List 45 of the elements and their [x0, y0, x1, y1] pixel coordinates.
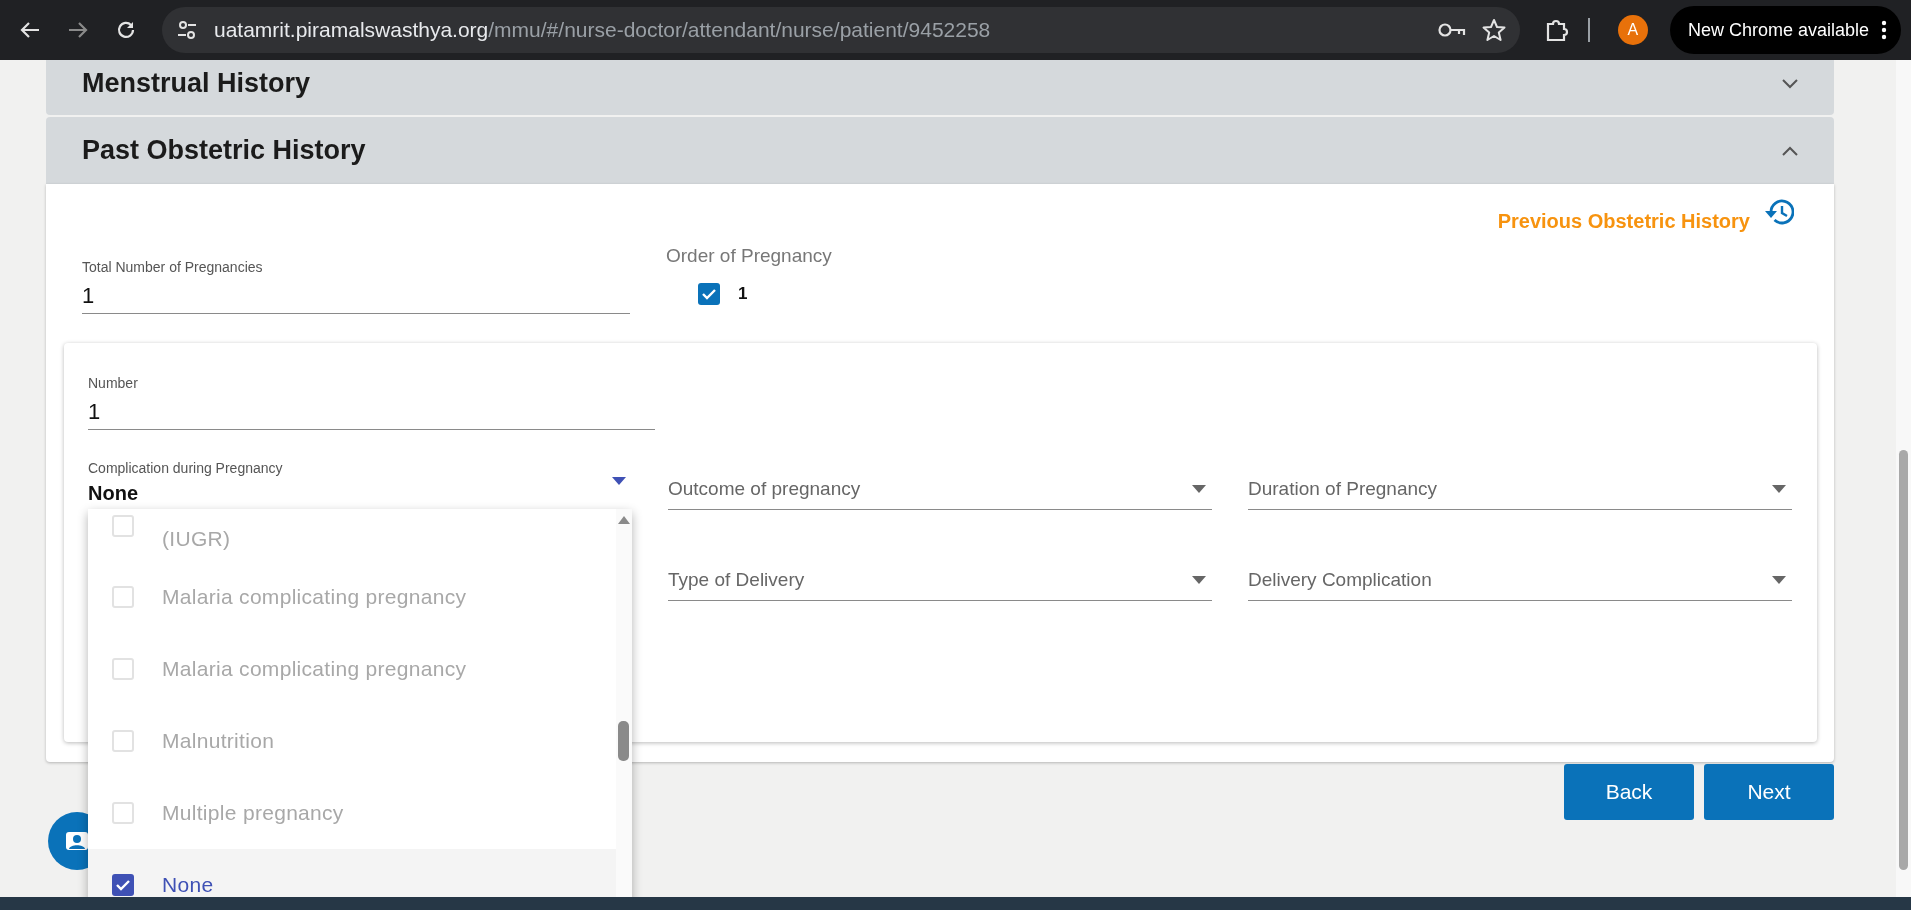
dropdown-arrow-icon [612, 477, 626, 485]
chevron-icon [1782, 145, 1798, 156]
scroll-thumb[interactable] [1899, 450, 1908, 870]
nav-button[interactable]: Next [1704, 764, 1834, 820]
scrollbar[interactable] [616, 509, 632, 897]
scroll-thumb[interactable] [618, 721, 629, 761]
scrollbar[interactable] [1896, 60, 1911, 897]
field-label: Order of Pregnancy [666, 245, 832, 267]
history-icon[interactable] [1764, 198, 1794, 226]
dropdown-arrow-icon [1772, 484, 1786, 493]
checkbox[interactable] [698, 283, 720, 305]
select-field[interactable]: Type of Delivery [668, 551, 1212, 601]
key-icon[interactable] [1437, 22, 1466, 38]
checkmark-icon [115, 877, 131, 893]
field-value: 1 [88, 398, 102, 426]
dropdown-arrow-icon [1192, 575, 1206, 584]
field-label: Total Number of Pregnancies [82, 259, 264, 275]
select-field[interactable]: Delivery Complication [1248, 551, 1792, 601]
nav-button[interactable]: Back [1564, 764, 1694, 820]
chevron-icon [1782, 78, 1798, 89]
update-chrome-button[interactable]: New Chrome available [1669, 6, 1901, 54]
url-text: uatamrit.piramalswasthya.org/mmu/#/nurse-doctor/attendant/nurse/patient/9452258 [214, 18, 992, 42]
section-header[interactable]: Past Obstetric History [46, 117, 1834, 184]
dropdown-arrow-icon [1772, 575, 1786, 584]
site-settings-icon[interactable] [176, 19, 198, 41]
field-value: 1 [82, 282, 96, 310]
dropdown-arrow-icon [1192, 484, 1206, 493]
address-bar[interactable]: uatamrit.piramalswasthya.org/mmu/#/nurse-doctor/attendant/nurse/patient/9452258 [162, 7, 1520, 53]
section-header[interactable]: Menstrual History [46, 60, 1834, 115]
profile-avatar[interactable]: A [1617, 15, 1648, 45]
contact-card-icon [66, 832, 88, 850]
option-label: 1 [738, 284, 748, 304]
select-field[interactable]: Outcome of pregnancy [668, 460, 1212, 510]
checkbox[interactable] [112, 874, 134, 896]
field-label: Number [88, 375, 139, 391]
dropdown-option[interactable]: None [88, 849, 616, 897]
select-field[interactable]: Duration of Pregnancy [1248, 460, 1792, 510]
total-pregnancies-field[interactable]: Total Number of Pregnancies 1 [82, 259, 630, 314]
scroll-up-icon[interactable] [618, 516, 630, 524]
star-icon[interactable] [1481, 18, 1506, 42]
number-field[interactable]: Number 1 [88, 375, 655, 430]
field-value: None [88, 481, 139, 506]
field-label: Complication during Pregnancy [88, 460, 284, 476]
checkmark-icon [701, 286, 717, 302]
more-icon[interactable] [1881, 20, 1887, 40]
